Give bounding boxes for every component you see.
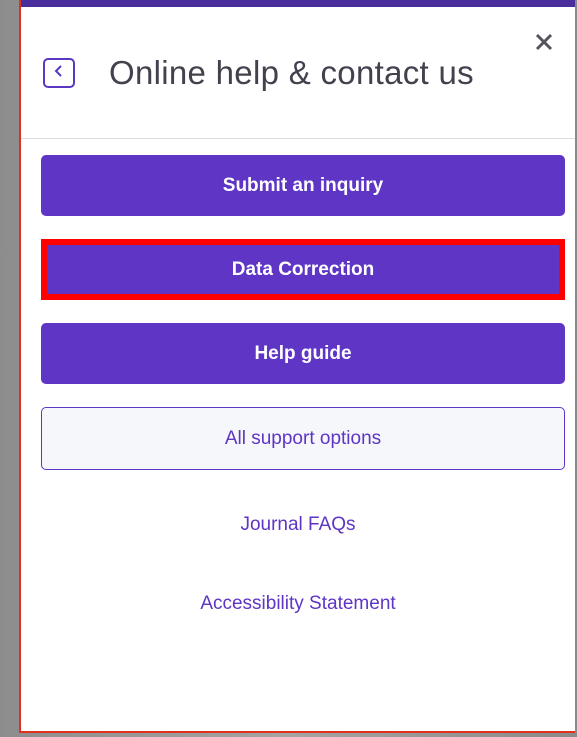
help-guide-button[interactable]: Help guide bbox=[41, 323, 565, 384]
back-button[interactable] bbox=[43, 58, 75, 88]
journal-faqs-link[interactable]: Journal FAQs bbox=[21, 514, 575, 536]
chevron-left-icon bbox=[52, 64, 66, 83]
close-button[interactable] bbox=[531, 31, 557, 57]
submit-inquiry-button[interactable]: Submit an inquiry bbox=[41, 155, 565, 216]
page-title: Online help & contact us bbox=[109, 54, 474, 91]
accessibility-statement-link[interactable]: Accessibility Statement bbox=[21, 593, 575, 615]
data-correction-button[interactable]: Data Correction bbox=[41, 239, 565, 300]
help-panel: Online help & contact us Submit an inqui… bbox=[19, 0, 575, 733]
top-accent-strip bbox=[21, 0, 575, 7]
close-icon bbox=[534, 32, 554, 57]
all-support-options-button[interactable]: All support options bbox=[41, 407, 565, 470]
panel-header: Online help & contact us bbox=[21, 7, 575, 139]
